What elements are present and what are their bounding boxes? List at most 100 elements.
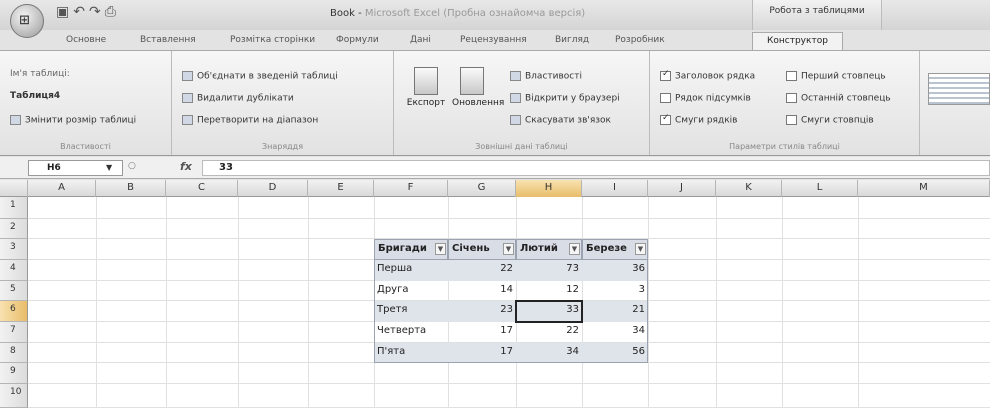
table-cell[interactable]: 12	[516, 281, 582, 301]
row-header-7[interactable]: 7	[0, 322, 28, 343]
tab-view[interactable]: Вигляд	[555, 35, 589, 45]
table-row-label[interactable]: П'ята	[374, 343, 448, 363]
table-name-field[interactable]: Таблиця4	[10, 91, 60, 101]
column-header-h[interactable]: H	[516, 180, 582, 197]
table-cell[interactable]: 14	[448, 281, 516, 301]
first-column-checkbox[interactable]: Перший стовпець	[786, 71, 886, 82]
last-column-checkbox[interactable]: Останній стовпець	[786, 93, 891, 104]
redo-icon[interactable]: ↷	[89, 4, 105, 20]
table-cell[interactable]: 73	[516, 260, 582, 281]
table-header-cell[interactable]: Січень ▼	[448, 239, 516, 260]
table-cell[interactable]: 56	[582, 343, 648, 363]
undo-icon[interactable]: ↶	[73, 4, 89, 20]
column-header-i[interactable]: I	[582, 180, 648, 197]
tab-formulas[interactable]: Формули	[336, 35, 379, 45]
total-row-checkbox[interactable]: Рядок підсумків	[660, 93, 751, 104]
table-cell[interactable]: 22	[516, 322, 582, 343]
gridline	[96, 197, 97, 408]
tab-data[interactable]: Дані	[410, 35, 431, 45]
table-cell[interactable]: 22	[448, 260, 516, 281]
column-headers: ABCDEFGHIJKLM	[0, 180, 990, 197]
column-header-f[interactable]: F	[374, 180, 448, 197]
column-header-m[interactable]: M	[858, 180, 990, 197]
open-in-browser-button[interactable]: Відкрити у браузері	[510, 93, 620, 104]
convert-to-range-button[interactable]: Перетворити на діапазон	[182, 115, 318, 126]
print-icon[interactable]: ⎙	[105, 4, 120, 20]
row-header-1[interactable]: 1	[0, 197, 28, 219]
column-header-b[interactable]: B	[96, 180, 166, 197]
table-row-label[interactable]: Друга	[374, 281, 448, 301]
name-box-dropdown-icon[interactable]: ▼	[106, 163, 112, 172]
refresh-button[interactable]: Оновлення	[452, 67, 504, 108]
column-header-k[interactable]: K	[716, 180, 782, 197]
tab-insert[interactable]: Вставлення	[140, 35, 196, 45]
table-cell[interactable]: 21	[582, 301, 648, 322]
column-header-c[interactable]: C	[166, 180, 238, 197]
row-header-2[interactable]: 2	[0, 219, 28, 239]
column-header-e[interactable]: E	[308, 180, 374, 197]
header-row-checkbox[interactable]: Заголовок рядка	[660, 69, 755, 82]
table-cell[interactable]: 3	[582, 281, 648, 301]
table-cell[interactable]: 17	[448, 343, 516, 363]
properties-button[interactable]: Властивості	[510, 71, 582, 82]
checkbox-unchecked-icon	[786, 71, 797, 81]
column-header-l[interactable]: L	[782, 180, 858, 197]
column-header-d[interactable]: D	[238, 180, 308, 197]
table-header-cell[interactable]: Бригади ▼	[374, 239, 448, 260]
ribbon: Ім'я таблиці: Таблиця4 Змінити розмір та…	[0, 50, 990, 156]
column-header-a[interactable]: A	[28, 180, 96, 197]
group-external-data: Експорт Оновлення Властивості Відкрити у…	[394, 51, 650, 155]
filter-dropdown-icon[interactable]: ▼	[435, 243, 446, 255]
row-header-8[interactable]: 8	[0, 343, 28, 363]
select-all-corner[interactable]	[0, 180, 28, 197]
export-button[interactable]: Експорт	[406, 67, 446, 108]
fx-icon[interactable]: fx	[180, 160, 192, 173]
tab-developer[interactable]: Розробник	[615, 35, 665, 45]
save-icon[interactable]: ▣	[56, 4, 73, 20]
remove-duplicates-button[interactable]: Видалити дублікати	[182, 93, 294, 104]
row-header-9[interactable]: 9	[0, 363, 28, 384]
table-cell[interactable]: 34	[582, 322, 648, 343]
group-label: Знаряддя	[261, 142, 304, 151]
row-header-3[interactable]: 3	[0, 239, 28, 260]
table-styles-gallery[interactable]	[928, 73, 990, 105]
banded-columns-checkbox[interactable]: Смуги стовпців	[786, 115, 874, 126]
filter-dropdown-icon[interactable]: ▼	[503, 243, 514, 255]
table-cell[interactable]: 36	[582, 260, 648, 281]
row-header-4[interactable]: 4	[0, 260, 28, 281]
filter-dropdown-icon[interactable]: ▼	[635, 243, 646, 255]
group-properties: Ім'я таблиці: Таблиця4 Змінити розмір та…	[0, 51, 172, 155]
column-header-g[interactable]: G	[448, 180, 516, 197]
unlink-button[interactable]: Скасувати зв'язок	[510, 115, 611, 126]
row-header-6[interactable]: 6	[0, 301, 28, 322]
spreadsheet-grid[interactable]: ABCDEFGHIJKLM 1 2 3 4 5 6 7 8 9 10 Бригади ▼ Січень ▼…	[0, 180, 990, 408]
quick-access-toolbar[interactable]: ▣↶↷⎙	[56, 4, 120, 20]
export-icon	[414, 67, 438, 95]
tab-home[interactable]: Основне	[66, 35, 106, 45]
table-row-label[interactable]: Третя	[374, 301, 448, 322]
banded-rows-checkbox[interactable]: Смуги рядків	[660, 113, 737, 126]
tab-design[interactable]: Конструктор	[752, 32, 843, 50]
table-header-cell[interactable]: Лютий ▼	[516, 239, 582, 260]
gridline	[716, 197, 717, 408]
filter-dropdown-icon[interactable]: ▼	[569, 243, 580, 255]
table-row-label[interactable]: Перша	[374, 260, 448, 281]
row-header-10[interactable]: 10	[0, 384, 28, 408]
formula-input[interactable]: 33	[202, 160, 990, 176]
resize-table-button[interactable]: Змінити розмір таблиці	[10, 115, 136, 126]
table-cell[interactable]: 23	[448, 301, 516, 322]
table-header-cell[interactable]: Березе ▼	[582, 239, 648, 260]
office-logo-icon: ⊞	[19, 13, 30, 28]
active-cell-selection[interactable]	[515, 300, 583, 323]
row-header-5[interactable]: 5	[0, 281, 28, 301]
summarize-pivot-button[interactable]: Об'єднати в зведеній таблиці	[182, 71, 338, 82]
table-row-label[interactable]: Четверта	[374, 322, 448, 343]
tab-review[interactable]: Рецензування	[460, 35, 527, 45]
column-header-j[interactable]: J	[648, 180, 716, 197]
tab-page-layout[interactable]: Розмітка сторінки	[230, 35, 315, 45]
checkbox-unchecked-icon	[786, 93, 797, 103]
group-tools: Об'єднати в зведеній таблиці Видалити ду…	[172, 51, 394, 155]
table-cell[interactable]: 17	[448, 322, 516, 343]
office-button[interactable]: ⊞	[10, 4, 44, 38]
table-cell[interactable]: 34	[516, 343, 582, 363]
